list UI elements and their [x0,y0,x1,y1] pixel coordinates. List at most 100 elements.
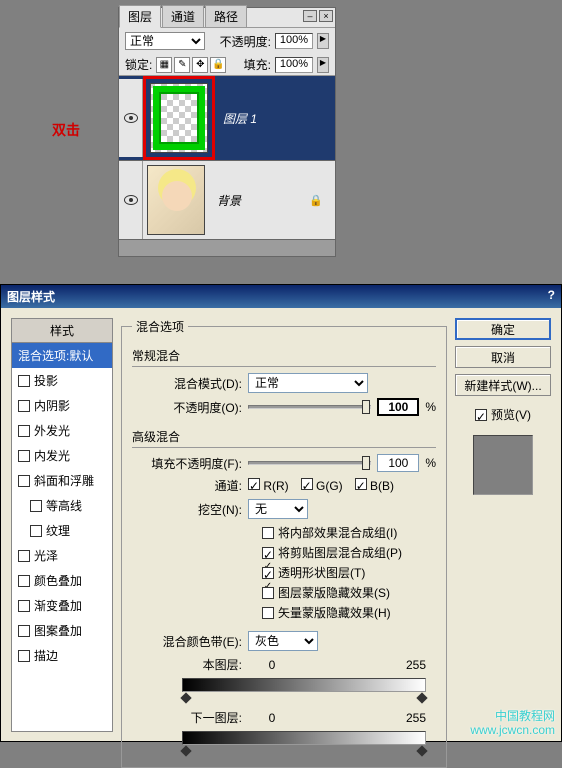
layer-item[interactable]: 图层 1 [119,76,335,161]
lock-image-icon[interactable]: ✎ [174,57,190,73]
knockout-select[interactable]: 无 [248,499,308,519]
blend-mode-label: 混合模式(D): [132,375,242,392]
lock-all-icon[interactable]: 🔒 [210,57,226,73]
blend-if-label: 混合颜色带(E): [132,633,242,650]
fill-value[interactable]: 100% [275,57,313,73]
dialog-buttons: 确定 取消 新建样式(W)... ✓ 预览(V) [455,318,551,732]
layers-panel: – × 图层 通道 路径 正常 不透明度: 100% ▶ 锁定: ▦ ✎ ✥ 🔒… [118,7,336,257]
layer-style-dialog: 图层样式 ? 样式 混合选项:默认投影内阴影外发光内发光斜面和浮雕等高线纹理光泽… [0,284,562,742]
slider-handle-icon[interactable] [416,692,427,703]
checkbox-icon[interactable] [18,600,30,612]
pct-label: % [425,456,436,470]
checkbox-icon[interactable] [18,425,30,437]
style-item[interactable]: 描边 [12,643,112,668]
preview-checkbox[interactable]: ✓ [475,409,487,421]
layer-item[interactable]: 背景 🔒 [119,161,335,240]
new-style-button[interactable]: 新建样式(W)... [455,374,551,396]
slider-handle-icon[interactable] [416,745,427,756]
fill-flyout-icon[interactable]: ▶ [317,57,329,73]
check-label: 将内部效果混合成组(I) [278,524,397,541]
help-icon[interactable]: ? [548,288,555,305]
lock-label: 锁定: [125,56,152,73]
tab-layers[interactable]: 图层 [119,5,161,28]
style-item[interactable]: 渐变叠加 [12,593,112,618]
checkbox-icon[interactable] [18,575,30,587]
advanced-check-row[interactable]: 矢量蒙版隐藏效果(H) [262,604,436,621]
advanced-check-row[interactable]: ✓透明形状图层(T) [262,564,436,581]
blend-mode-select[interactable]: 正常 [125,32,205,50]
pct-label: % [425,400,436,414]
slider-handle-icon[interactable] [180,692,191,703]
style-item[interactable]: 等高线 [12,493,112,518]
layer-name[interactable]: 背景 [209,192,241,209]
style-item[interactable]: 图案叠加 [12,618,112,643]
slider-handle-icon[interactable] [180,745,191,756]
checkbox-icon[interactable] [30,500,42,512]
underlying-label: 下一图层: [182,709,242,726]
checkbox-icon[interactable] [18,375,30,387]
checkbox-icon[interactable] [18,475,30,487]
style-item-label: 内阴影 [34,397,70,414]
style-item[interactable]: 内阴影 [12,393,112,418]
close-icon[interactable]: × [319,10,333,22]
this-layer-label: 本图层: [182,656,242,673]
checkbox-icon[interactable] [18,650,30,662]
style-item[interactable]: 混合选项:默认 [12,343,112,368]
style-item[interactable]: 内发光 [12,443,112,468]
cancel-button[interactable]: 取消 [455,346,551,368]
layer-thumbnail[interactable] [150,83,208,153]
channel-r[interactable]: ✓ R(R) [248,478,289,493]
opacity-value[interactable]: 100% [275,33,313,49]
checkbox-icon[interactable] [18,400,30,412]
blend-mode-select[interactable]: 正常 [248,373,368,393]
ok-button[interactable]: 确定 [455,318,551,340]
tab-channels[interactable]: 通道 [162,5,204,27]
fill-opacity-input[interactable] [377,454,419,472]
checkbox-icon[interactable] [262,607,274,619]
checkbox-icon[interactable] [18,625,30,637]
lock-position-icon[interactable]: ✥ [192,57,208,73]
blend-if-select[interactable]: 灰色 [248,631,318,651]
watermark: 中国教程网 www.jcwcn.com [470,709,555,737]
checkbox-icon[interactable]: ✓ [355,478,367,490]
range-max: 255 [406,658,426,672]
style-item[interactable]: 颜色叠加 [12,568,112,593]
range-max: 255 [406,711,426,725]
checkbox-icon[interactable]: ✓ [248,478,260,490]
visibility-icon[interactable] [124,113,138,123]
checkbox-icon[interactable]: ✓ [262,547,274,559]
checkbox-icon[interactable]: ✓ [301,478,313,490]
tab-paths[interactable]: 路径 [205,5,247,27]
channel-b[interactable]: ✓ B(B) [355,478,394,493]
checkbox-icon[interactable]: ✓ [262,567,274,579]
lock-transparent-icon[interactable]: ▦ [156,57,172,73]
layer-name[interactable]: 图层 1 [215,110,257,127]
advanced-check-row[interactable]: ✓将剪贴图层混合成组(P) [262,544,436,561]
style-item[interactable]: 光泽 [12,543,112,568]
advanced-check-row[interactable]: 图层蒙版隐藏效果(S) [262,584,436,601]
checkbox-icon[interactable] [30,525,42,537]
advanced-check-row[interactable]: 将内部效果混合成组(I) [262,524,436,541]
checkbox-icon[interactable] [18,550,30,562]
underlying-gradient[interactable] [182,731,426,745]
layer-thumbnail[interactable] [147,165,205,235]
style-item[interactable]: 投影 [12,368,112,393]
preview-label: 预览(V) [491,406,531,423]
dialog-titlebar[interactable]: 图层样式 ? [1,285,561,308]
channel-g[interactable]: ✓ G(G) [301,478,343,493]
opacity-input[interactable] [377,398,419,416]
minimize-icon[interactable]: – [303,10,317,22]
this-layer-gradient[interactable] [182,678,426,692]
style-list-header: 样式 [12,319,112,343]
style-item[interactable]: 斜面和浮雕 [12,468,112,493]
preview-thumbnail [473,435,533,495]
style-item[interactable]: 纹理 [12,518,112,543]
checkbox-icon[interactable] [262,527,274,539]
checkbox-icon[interactable] [18,450,30,462]
opacity-slider[interactable] [248,405,371,409]
style-item[interactable]: 外发光 [12,418,112,443]
checkbox-icon[interactable] [262,587,274,599]
opacity-flyout-icon[interactable]: ▶ [317,33,329,49]
fill-opacity-slider[interactable] [248,461,371,465]
visibility-icon[interactable] [124,195,138,205]
